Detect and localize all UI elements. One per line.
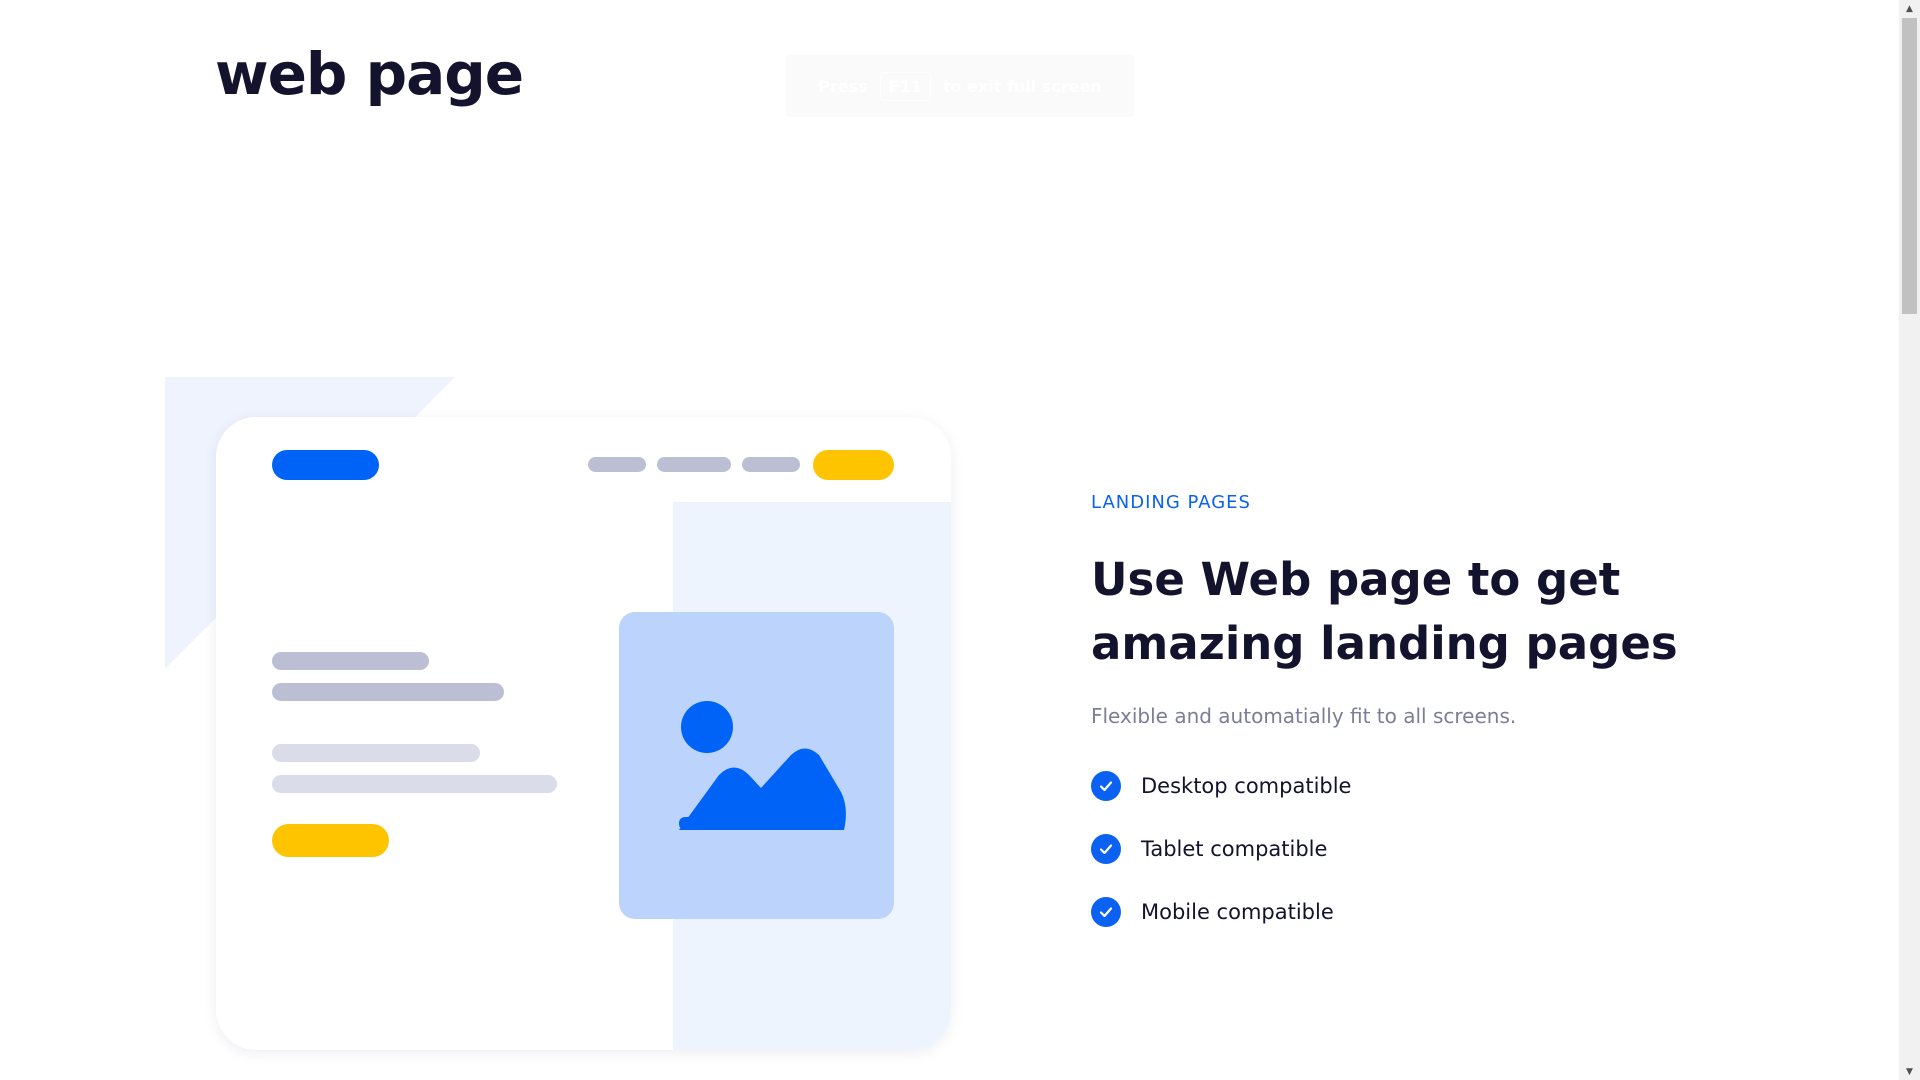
section-eyebrow: LANDING PAGES (1091, 492, 1251, 513)
illustration-text-line (272, 775, 557, 793)
list-item: Mobile compatible (1091, 897, 1351, 927)
vertical-scrollbar[interactable]: ▲ ▼ (1899, 0, 1920, 1080)
feature-label: Tablet compatible (1141, 837, 1328, 861)
check-circle-icon (1091, 834, 1121, 864)
illustration-nav-pill (588, 457, 646, 472)
check-circle-icon (1091, 897, 1121, 927)
scroll-up-arrow-icon[interactable]: ▲ (1899, 0, 1920, 17)
list-item: Desktop compatible (1091, 771, 1351, 801)
scrollbar-thumb[interactable] (1902, 18, 1917, 314)
illustration-image-card (619, 612, 894, 919)
fullscreen-toast: Press F11 to exit full screen (786, 55, 1134, 117)
illustration-logo-pill (272, 450, 379, 480)
illustration-nav-cta-pill (813, 450, 894, 480)
feature-list: Desktop compatible Tablet compatible Mob… (1091, 771, 1351, 960)
feature-label: Desktop compatible (1141, 774, 1352, 798)
logo[interactable]: web page (215, 40, 524, 108)
illustration-button-pill (272, 824, 389, 857)
illustration-text-line (272, 652, 429, 670)
illustration-text-line (272, 744, 480, 762)
illustration-nav-pill (657, 457, 731, 472)
browser-illustration (216, 417, 951, 1050)
scroll-down-arrow-icon[interactable]: ▼ (1899, 1063, 1920, 1080)
feature-label: Mobile compatible (1141, 900, 1334, 924)
toast-suffix: to exit full screen (942, 76, 1102, 96)
illustration-nav-pill (742, 457, 800, 472)
section-headline: Use Web page to get amazing landing page… (1091, 553, 1678, 670)
check-circle-icon (1091, 771, 1121, 801)
section-subtitle: Flexible and automatially fit to all scr… (1091, 704, 1517, 728)
toast-prefix: Press (818, 76, 868, 96)
list-item: Tablet compatible (1091, 834, 1351, 864)
image-placeholder-icon (679, 701, 846, 830)
toast-key: F11 (879, 71, 931, 101)
illustration-text-line (272, 683, 504, 701)
